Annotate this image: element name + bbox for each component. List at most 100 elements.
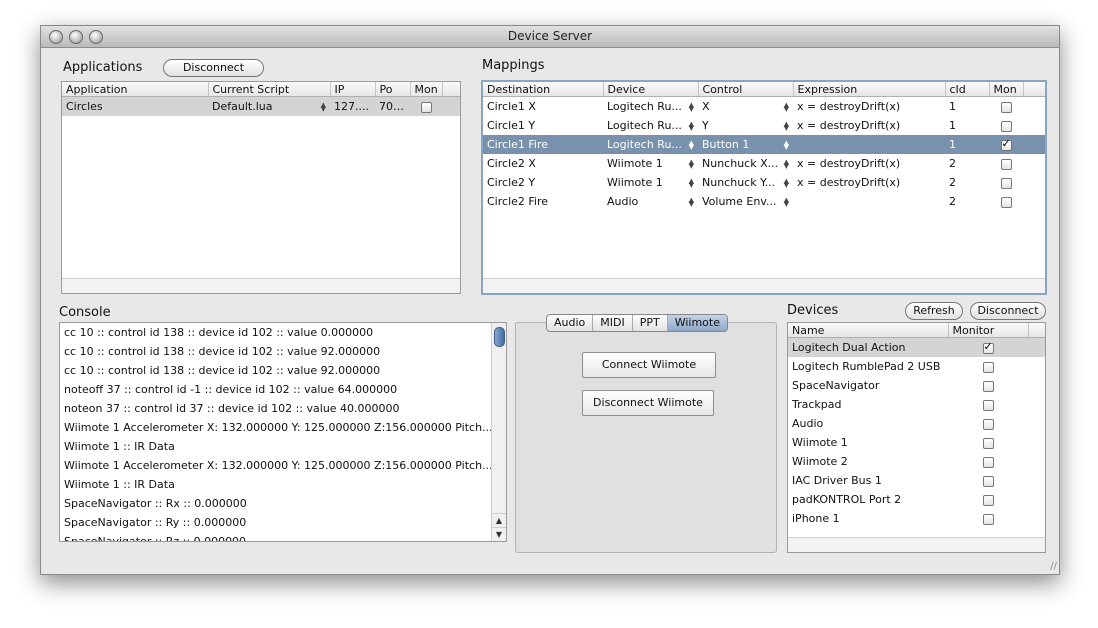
table-row[interactable]: Circle2 Fire Audio ▲ ▼ Volume Env... ▲ ▼ 2	[483, 192, 1045, 211]
table-row[interactable]: Audio	[788, 414, 1045, 433]
applications-disconnect-button[interactable]: Disconnect	[163, 59, 264, 77]
table-row[interactable]: padKONTROL Port 2	[788, 490, 1045, 509]
applications-column-header[interactable]: IP	[330, 82, 376, 97]
table-row[interactable]: Circle1 Fire Logitech Ru... ▲ ▼ Button 1 ▲ ▼ 1	[483, 135, 1045, 154]
applications-column-header[interactable]: Application	[62, 82, 209, 97]
devices-column-header[interactable]: Name	[788, 323, 949, 338]
table-row[interactable]: Circle2 X Wiimote 1 ▲ ▼ Nunchuck X... ▲ ▼ x = d…	[483, 154, 1045, 173]
mappings-column-header[interactable]: Destination	[483, 82, 604, 97]
mappings-horizontal-scrollbar[interactable]	[483, 278, 1045, 293]
tab-audio[interactable]: Audio	[547, 315, 594, 331]
device-cell[interactable]: Logitech Ru... ▲ ▼	[603, 116, 698, 135]
expression-cell[interactable]: x = destroyDrift(x)	[793, 154, 945, 173]
device-cell[interactable]: Logitech Ru... ▲ ▼	[603, 135, 698, 154]
mappings-column-header[interactable]: Mon	[989, 82, 1024, 97]
applications-column-header[interactable]: Po	[375, 82, 411, 97]
devices-disconnect-button[interactable]: Disconnect	[970, 302, 1046, 320]
console-log[interactable]: cc 10 :: control id 138 :: device id 102…	[59, 322, 507, 542]
monitor-checkbox[interactable]	[982, 399, 994, 411]
table-row[interactable]: Circles Default.lua ▲ ▼ 127.... 7007	[62, 96, 460, 116]
monitor-checkbox[interactable]	[982, 380, 994, 392]
connect-wiimote-button[interactable]: Connect Wiimote	[582, 352, 716, 378]
table-row[interactable]: iPhone 1	[788, 509, 1045, 528]
stepper-arrows-icon[interactable]: ▲ ▼	[784, 177, 789, 188]
expression-cell[interactable]	[793, 192, 945, 211]
monitor-checkbox[interactable]	[982, 437, 994, 449]
table-row[interactable]: Wiimote 2	[788, 452, 1045, 471]
control-cell[interactable]: X ▲ ▼	[698, 97, 793, 117]
table-row[interactable]: Circle1 Y Logitech Ru... ▲ ▼ Y ▲ ▼ x = destroyD…	[483, 116, 1045, 135]
tab-midi[interactable]: MIDI	[593, 315, 633, 331]
console-line: cc 10 :: control id 138 :: device id 102…	[64, 345, 381, 358]
device-cell[interactable]: Audio ▲ ▼	[603, 192, 698, 211]
device-cell[interactable]: Wiimote 1 ▲ ▼	[603, 154, 698, 173]
monitor-checkbox[interactable]	[1000, 120, 1012, 132]
stepper-arrows-icon[interactable]: ▲ ▼	[784, 158, 789, 169]
applications-column-header[interactable]: Current Script	[208, 82, 331, 97]
monitor-checkbox[interactable]	[1000, 101, 1012, 113]
monitor-checkbox[interactable]	[982, 513, 994, 525]
mappings-column-header[interactable]: Device	[603, 82, 699, 97]
devices-horizontal-scrollbar[interactable]	[788, 537, 1045, 552]
monitor-checkbox[interactable]	[982, 361, 994, 373]
table-row[interactable]: IAC Driver Bus 1	[788, 471, 1045, 490]
disconnect-wiimote-button[interactable]: Disconnect Wiimote	[582, 390, 714, 416]
control-cell[interactable]: Nunchuck Y... ▲ ▼	[698, 173, 793, 192]
control-cell[interactable]: Button 1 ▲ ▼	[698, 135, 793, 154]
expression-cell[interactable]: x = destroyDrift(x)	[793, 97, 945, 117]
stepper-arrows-icon[interactable]: ▲ ▼	[784, 139, 789, 150]
control-cell[interactable]: Volume Env... ▲ ▼	[698, 192, 793, 211]
monitor-checkbox[interactable]	[1000, 158, 1012, 170]
table-row[interactable]: SpaceNavigator	[788, 376, 1045, 395]
monitor-checkbox[interactable]	[1000, 196, 1012, 208]
monitor-checkbox[interactable]	[420, 101, 432, 113]
mappings-column-header[interactable]: Expression	[793, 82, 946, 97]
stepper-arrows-icon[interactable]: ▲ ▼	[689, 120, 694, 131]
stepper-arrows-icon[interactable]: ▲ ▼	[689, 158, 694, 169]
scroll-up-arrow-icon[interactable]: ▲	[492, 513, 506, 527]
stepper-arrows-icon[interactable]: ▲ ▼	[784, 120, 789, 131]
applications-column-header[interactable]: Mon	[410, 82, 443, 97]
monitor-checkbox[interactable]	[982, 475, 994, 487]
device-cell[interactable]: Wiimote 1 ▲ ▼	[603, 173, 698, 192]
stepper-arrows-icon[interactable]: ▲ ▼	[689, 101, 694, 112]
expression-cell[interactable]	[793, 135, 945, 154]
table-row[interactable]: Circle1 X Logitech Ru... ▲ ▼ X ▲ ▼ x = destroyD…	[483, 97, 1045, 117]
monitor-checkbox[interactable]	[982, 418, 994, 430]
monitor-checkbox[interactable]	[982, 494, 994, 506]
expression-cell[interactable]: x = destroyDrift(x)	[793, 116, 945, 135]
monitor-checkbox[interactable]	[982, 340, 994, 354]
stepper-arrows-icon[interactable]: ▲ ▼	[321, 101, 326, 112]
script-cell[interactable]: Default.lua ▲ ▼	[208, 96, 330, 116]
table-row[interactable]: Circle2 Y Wiimote 1 ▲ ▼ Nunchuck Y... ▲ ▼ x = d…	[483, 173, 1045, 192]
expression-cell[interactable]: x = destroyDrift(x)	[793, 173, 945, 192]
console-scroll-thumb[interactable]	[494, 327, 505, 347]
scroll-down-arrow-icon[interactable]: ▼	[492, 527, 506, 541]
stepper-arrows-icon[interactable]: ▲ ▼	[689, 177, 694, 188]
stepper-arrows-icon[interactable]: ▲ ▼	[784, 101, 789, 112]
monitor-checkbox[interactable]	[1000, 137, 1012, 151]
stepper-arrows-icon[interactable]: ▲ ▼	[689, 196, 694, 207]
mappings-column-header[interactable]: Control	[698, 82, 794, 97]
table-row[interactable]: Logitech RumblePad 2 USB	[788, 357, 1045, 376]
device-cell[interactable]: Logitech Ru... ▲ ▼	[603, 97, 698, 117]
tab-wiimote[interactable]: Wiimote	[667, 315, 727, 331]
console-vertical-scrollbar[interactable]: ▲ ▼	[491, 323, 506, 541]
stepper-arrows-icon[interactable]: ▲ ▼	[784, 196, 789, 207]
applications-horizontal-scrollbar[interactable]	[62, 278, 460, 293]
table-row[interactable]: Wiimote 1	[788, 433, 1045, 452]
tab-ppt[interactable]: PPT	[633, 315, 668, 331]
device-tab-selector[interactable]: Audio MIDI PPT Wiimote	[546, 314, 728, 332]
mappings-column-header[interactable]: cId	[945, 82, 990, 97]
control-cell[interactable]: Nunchuck X... ▲ ▼	[698, 154, 793, 173]
table-row[interactable]: Trackpad	[788, 395, 1045, 414]
control-cell[interactable]: Y ▲ ▼	[698, 116, 793, 135]
resize-grip-icon[interactable]: ∕∕	[1050, 561, 1057, 572]
devices-refresh-button[interactable]: Refresh	[905, 302, 963, 320]
title-bar[interactable]: Device Server	[41, 26, 1059, 48]
monitor-checkbox[interactable]	[1000, 177, 1012, 189]
monitor-checkbox[interactable]	[982, 456, 994, 468]
stepper-arrows-icon[interactable]: ▲ ▼	[689, 139, 694, 150]
table-row[interactable]: Logitech Dual Action	[788, 337, 1045, 357]
devices-column-header[interactable]: Monitor	[948, 323, 1029, 338]
